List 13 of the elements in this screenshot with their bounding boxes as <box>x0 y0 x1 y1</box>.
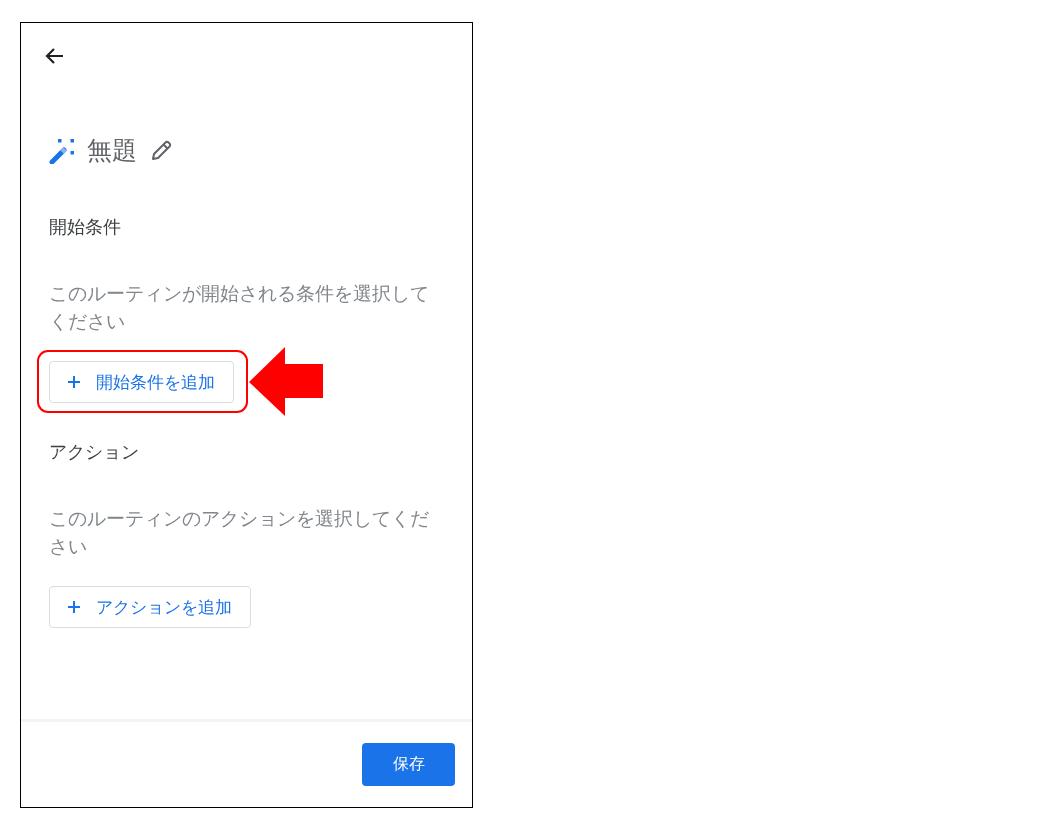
section-description: このルーティンが開始される条件を選択してください <box>49 281 430 334</box>
add-button[interactable]: アクションを追加 <box>49 586 251 628</box>
section-description: このルーティンのアクションを選択してください <box>49 506 430 559</box>
plus-icon <box>68 376 80 388</box>
plus-icon <box>68 601 80 613</box>
save-button[interactable]: 保存 <box>362 743 455 786</box>
routine-title: 無題 <box>87 135 137 167</box>
pencil-icon[interactable] <box>149 139 173 163</box>
magic-wand-icon <box>49 138 75 164</box>
add-button[interactable]: 開始条件を追加 <box>49 361 234 403</box>
back-arrow-icon[interactable] <box>44 47 64 65</box>
section-heading: アクション <box>49 440 139 464</box>
section-heading: 開始条件 <box>49 215 121 239</box>
